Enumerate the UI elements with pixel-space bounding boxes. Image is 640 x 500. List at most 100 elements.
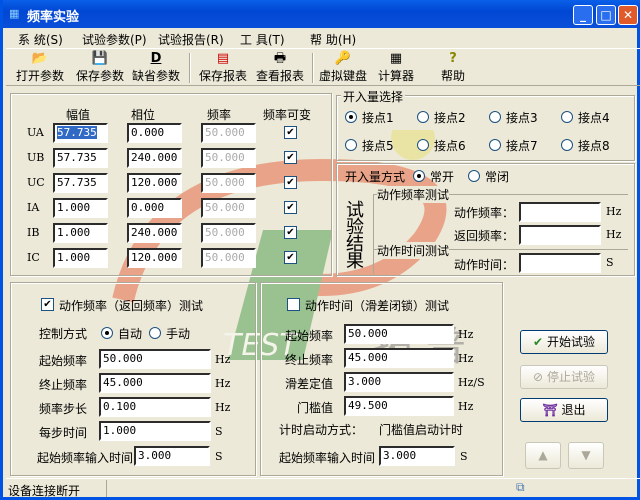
time-field-label: 起始频率: [284, 329, 333, 343]
freq-test-checkbox[interactable]: ✔: [41, 298, 54, 311]
menu-tools[interactable]: 工 具(T): [240, 31, 285, 48]
freq-param-field[interactable]: 50.000: [99, 349, 211, 369]
contact-label: 接点1: [362, 111, 394, 125]
amplitude-field[interactable]: 1.000: [53, 198, 108, 218]
triangle-up-icon: ▲: [538, 448, 548, 462]
menu-system[interactable]: 系 统(S): [18, 31, 63, 48]
scroll-down-button[interactable]: ▼: [568, 442, 604, 469]
key-icon: 🔑: [334, 51, 352, 66]
unit: S: [215, 425, 223, 438]
freq-start-input-time-field[interactable]: 3.000: [134, 446, 210, 466]
phase-field[interactable]: 120.000: [127, 173, 182, 193]
freq-variable-checkbox[interactable]: ✔: [284, 126, 297, 139]
freq-test-title: 动作频率（返回频率）测试: [59, 299, 204, 313]
amplitude-field[interactable]: 57.735: [53, 123, 108, 143]
contact-label: 接点8: [578, 139, 610, 153]
contact-radio[interactable]: [489, 111, 501, 123]
header-freq-variable: 频率可变: [263, 108, 312, 122]
contact-label: 接点4: [578, 111, 610, 125]
action-time-field[interactable]: [519, 253, 601, 273]
phase-field[interactable]: 240.000: [127, 148, 182, 168]
freq-variable-checkbox[interactable]: ✔: [284, 226, 297, 239]
return-freq-label: 返回频率：: [454, 229, 515, 243]
question-icon: ?: [449, 51, 457, 66]
scroll-up-button[interactable]: ▲: [525, 442, 561, 469]
time-field-label: 滑差定值: [284, 377, 333, 391]
frequency-field[interactable]: 50.000: [201, 198, 256, 218]
maximize-button[interactable]: □: [596, 5, 616, 25]
freq-variable-checkbox[interactable]: ✔: [284, 201, 297, 214]
time-test-checkbox[interactable]: [287, 298, 300, 311]
time-param-field[interactable]: 50.000: [344, 324, 454, 344]
frequency-field[interactable]: 50.000: [201, 148, 256, 168]
menu-test-params[interactable]: 试验参数(P): [82, 31, 147, 48]
channel-label: UB: [27, 151, 45, 164]
time-field-label: 终止频率: [284, 353, 333, 367]
help-button[interactable]: ? 帮助: [424, 51, 482, 85]
channel-label: UA: [27, 126, 44, 139]
frequency-field[interactable]: 50.000: [201, 248, 256, 268]
control-mode-label: 控制方式: [39, 327, 88, 341]
action-time-label: 动作时间：: [454, 258, 515, 272]
title-bar[interactable]: ▦ 频率实验 _ □ ✕: [3, 0, 640, 28]
view-report-button[interactable]: 🖶 查看报表: [251, 51, 309, 85]
contact-radio[interactable]: [489, 139, 501, 151]
tool-label: 保存参数: [75, 69, 124, 83]
frequency-field[interactable]: 50.000: [201, 173, 256, 193]
contact-radio[interactable]: [561, 139, 573, 151]
minimize-button[interactable]: _: [573, 5, 593, 25]
channel-label: UC: [27, 176, 45, 189]
calculator-button[interactable]: ▦ 计算器: [367, 51, 425, 85]
freq-variable-checkbox[interactable]: ✔: [284, 151, 297, 164]
time-param-field[interactable]: 3.000: [344, 372, 454, 392]
manual-radio[interactable]: [149, 327, 161, 339]
exit-button[interactable]: ⛩ 退出: [520, 398, 608, 422]
freq-variable-checkbox[interactable]: ✔: [284, 176, 297, 189]
amplitude-field[interactable]: 1.000: [53, 248, 108, 268]
phase-field[interactable]: 120.000: [127, 248, 182, 268]
menu-test-report[interactable]: 试验报告(R): [158, 31, 224, 48]
default-params-icon: D: [150, 51, 162, 66]
amplitude-field[interactable]: 1.000: [53, 223, 108, 243]
contact-radio[interactable]: [561, 111, 573, 123]
contact-radio[interactable]: [417, 111, 429, 123]
open-params-button[interactable]: 📂 打开参数: [11, 51, 69, 85]
phase-field[interactable]: 0.000: [127, 198, 182, 218]
app-window: ▦ 频率实验 _ □ ✕ 系 统(S) 试验参数(P) 试验报告(R) 工 具(…: [0, 0, 640, 500]
frequency-field[interactable]: 50.000: [201, 123, 256, 143]
contact-radio[interactable]: [417, 139, 429, 151]
freq-variable-checkbox[interactable]: ✔: [284, 251, 297, 264]
tool-label: 虚拟键盘: [318, 69, 367, 83]
freq-param-field[interactable]: 0.100: [99, 397, 211, 417]
tool-label: 打开参数: [15, 69, 64, 83]
normally-open-label: 常开: [430, 170, 455, 184]
normally-open-radio[interactable]: [413, 170, 425, 182]
menu-help[interactable]: 帮 助(H): [310, 31, 356, 48]
virtual-keyboard-button[interactable]: 🔑 虚拟键盘: [314, 51, 372, 85]
save-report-button[interactable]: ▤ 保存报表: [194, 51, 252, 85]
start-test-button[interactable]: ✔ 开始试验: [520, 330, 608, 354]
return-freq-field[interactable]: [519, 225, 601, 245]
freq-param-field[interactable]: 45.000: [99, 373, 211, 393]
time-param-field[interactable]: 49.500: [344, 396, 454, 416]
amplitude-field[interactable]: 57.735: [53, 148, 108, 168]
time-param-field[interactable]: 45.000: [344, 348, 454, 368]
save-params-button[interactable]: 💾 保存参数: [71, 51, 129, 85]
normally-closed-radio[interactable]: [468, 170, 480, 182]
time-test-group: 动作时间（滑差闭锁）测试 起始频率 50.000 Hz 终止频率 45.000 H…: [260, 282, 503, 476]
close-button[interactable]: ✕: [618, 5, 638, 25]
freq-param-field[interactable]: 1.000: [99, 421, 211, 441]
amplitude-field[interactable]: 57.735: [53, 173, 108, 193]
contact-radio[interactable]: [345, 139, 357, 151]
phase-field[interactable]: 240.000: [127, 223, 182, 243]
contact-radio[interactable]: [345, 111, 357, 123]
stop-test-button[interactable]: ⊘ 停止试验: [520, 365, 608, 389]
amplitude-value: 57.735: [57, 126, 97, 139]
frequency-field[interactable]: 50.000: [201, 223, 256, 243]
action-freq-field[interactable]: [519, 202, 601, 222]
phase-field[interactable]: 0.000: [127, 123, 182, 143]
auto-radio[interactable]: [101, 327, 113, 339]
time-start-input-time-field[interactable]: 3.000: [379, 446, 455, 466]
default-params-button[interactable]: D 缺省参数: [127, 51, 185, 85]
amplitude-value: 1.000: [57, 226, 91, 239]
